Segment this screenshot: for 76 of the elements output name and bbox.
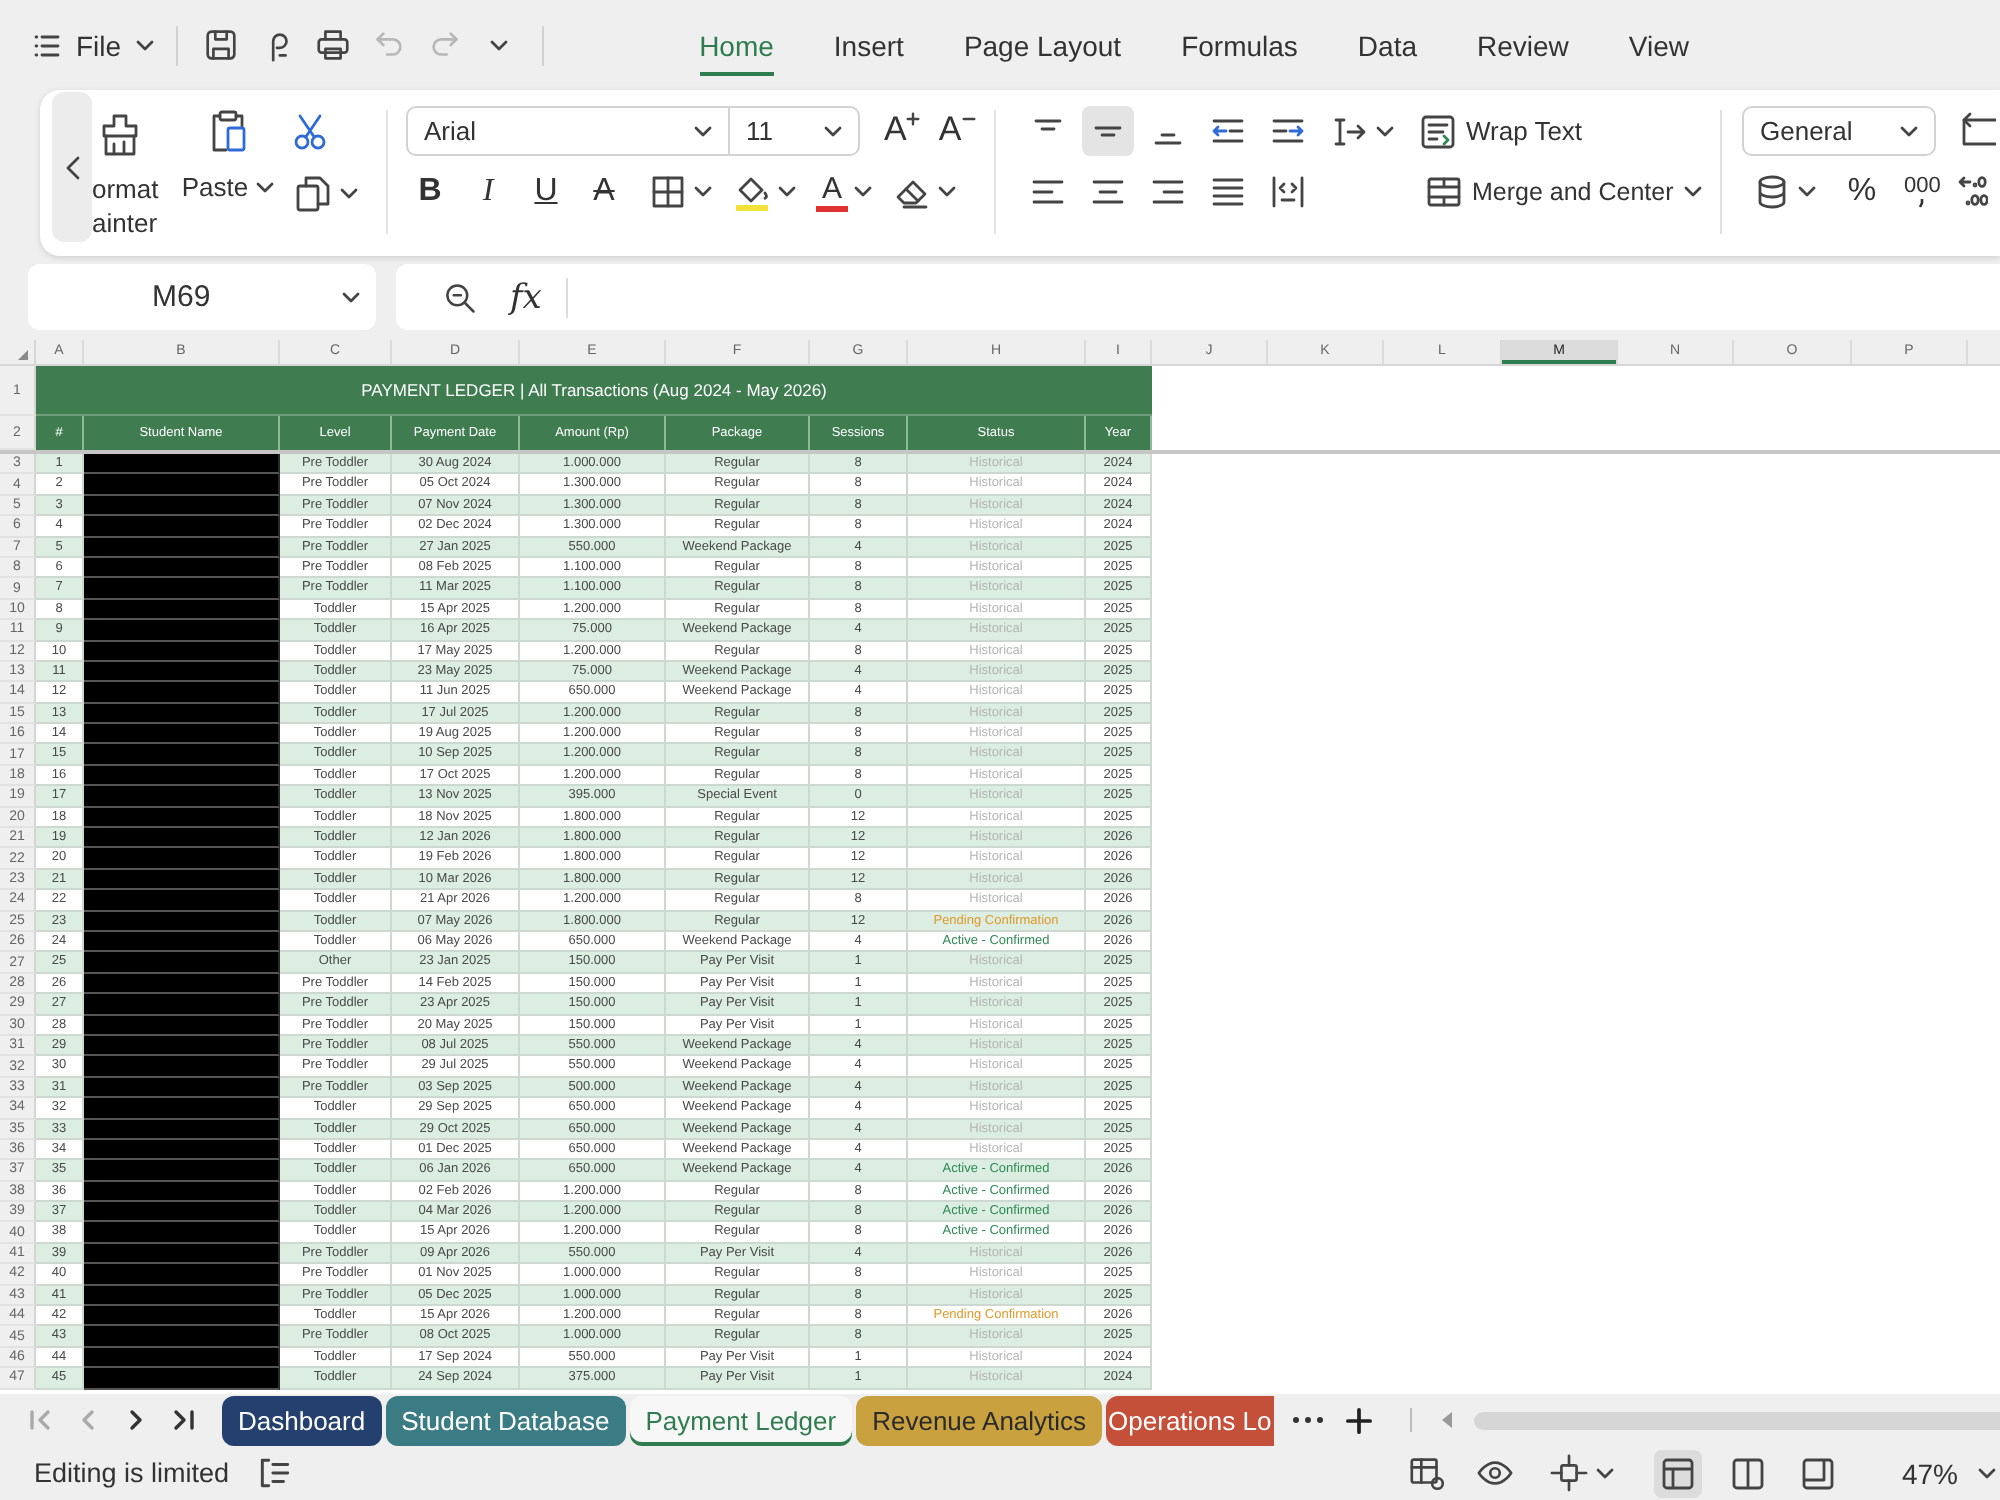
- magnifier-icon[interactable]: [442, 279, 478, 315]
- ribbon-tab[interactable]: Data: [1327, 15, 1447, 75]
- sheet-tab[interactable]: Dashboard: [222, 1395, 382, 1445]
- menu-icon: [34, 33, 60, 57]
- bold-button[interactable]: B: [410, 168, 450, 216]
- caret-icon[interactable]: [938, 186, 956, 198]
- normal-view-icon[interactable]: [1653, 1449, 1702, 1497]
- merge-cells-icon: [1424, 172, 1464, 212]
- more-icon[interactable]: [1291, 1416, 1324, 1424]
- grow-font-button[interactable]: A: [884, 109, 921, 153]
- thousands-button[interactable]: 000: [1904, 176, 1941, 208]
- caret-icon: [824, 125, 842, 137]
- ribbon-tab[interactable]: Formulas: [1151, 15, 1328, 75]
- ribbon-tab[interactable]: View: [1598, 15, 1719, 75]
- underline-button[interactable]: U: [526, 168, 566, 216]
- chevron-left-icon: [63, 155, 81, 179]
- italic-button[interactable]: I: [468, 168, 508, 216]
- number-format-field[interactable]: General: [1742, 106, 1936, 156]
- caret-icon[interactable]: [854, 186, 872, 198]
- merge-and-center-button[interactable]: Merge and Center: [1424, 172, 1702, 212]
- caret-icon: [1683, 186, 1702, 198]
- save-icon[interactable]: [201, 26, 240, 64]
- caret-icon: [256, 181, 275, 193]
- select-all-icon[interactable]: [18, 350, 28, 360]
- caret-icon[interactable]: [1595, 1467, 1614, 1479]
- paste-button[interactable]: Paste: [182, 90, 274, 256]
- percent-button[interactable]: %: [1846, 174, 1878, 210]
- caret-icon[interactable]: [1376, 125, 1394, 137]
- font-size-field[interactable]: 11: [730, 106, 860, 156]
- ribbon-tab[interactable]: Page Layout: [933, 15, 1152, 75]
- caret-icon[interactable]: [694, 186, 712, 198]
- align-middle-icon[interactable]: [1082, 106, 1134, 156]
- plus-icon: [906, 111, 921, 125]
- fill-color-icon[interactable]: [732, 172, 772, 212]
- wrap-text-button[interactable]: Wrap Text: [1418, 111, 1583, 151]
- ribbon-tab[interactable]: Review: [1447, 15, 1599, 75]
- caret-icon: [1900, 125, 1918, 137]
- wrap-text-icon: [1418, 111, 1458, 151]
- file-menu[interactable]: File: [34, 19, 154, 71]
- ribbon-tab[interactable]: Insert: [803, 15, 934, 75]
- next-sheet-icon[interactable]: [124, 1408, 148, 1432]
- name-box[interactable]: M69: [28, 264, 376, 330]
- caret-icon[interactable]: [778, 186, 796, 198]
- caret-icon: [694, 125, 712, 137]
- scissors-icon[interactable]: [290, 112, 330, 152]
- move-icon[interactable]: [1549, 1454, 1588, 1492]
- scrollbar-thumb[interactable]: [1473, 1411, 2000, 1429]
- add-sheet-icon[interactable]: [1345, 1407, 1372, 1433]
- caret-icon: [135, 39, 154, 51]
- caret-icon: [342, 291, 360, 303]
- table-gear-icon[interactable]: [1407, 1454, 1446, 1492]
- sheet-tab[interactable]: Revenue Analytics: [856, 1395, 1103, 1445]
- sheet-tab[interactable]: Operations Lo: [1106, 1395, 1274, 1445]
- sheet-tab[interactable]: Student Database: [385, 1395, 626, 1445]
- decimal-icon[interactable]: [1958, 172, 1989, 212]
- font-name-field[interactable]: Arial: [406, 106, 730, 156]
- copy-icon[interactable]: [294, 174, 334, 214]
- last-sheet-icon[interactable]: [172, 1408, 196, 1432]
- shrink-font-button[interactable]: A: [938, 109, 976, 153]
- print-icon[interactable]: [313, 26, 352, 64]
- zoom-button[interactable]: 47%: [1901, 1457, 1996, 1489]
- font-color-button[interactable]: A: [816, 173, 848, 211]
- format-painter-button[interactable]: ormat ainter: [92, 90, 168, 256]
- caret-icon[interactable]: [340, 188, 358, 200]
- status-message: Editing is limited: [34, 1458, 230, 1488]
- sheet-tab[interactable]: Payment Ledger: [629, 1395, 853, 1445]
- function-button[interactable]: fx: [510, 277, 542, 317]
- caret-icon: [1978, 1467, 1996, 1479]
- sheet-title: PAYMENT LEDGER | All Transactions (Aug 2024 - May 2026): [36, 366, 1152, 416]
- borders-icon[interactable]: [648, 172, 688, 212]
- comma-icon: [1918, 198, 1927, 208]
- strikethrough-button[interactable]: A: [584, 168, 624, 216]
- formula-field[interactable]: fx: [396, 264, 2000, 330]
- caret-icon[interactable]: [1798, 186, 1816, 198]
- list-icon[interactable]: [255, 1454, 294, 1492]
- caret-icon[interactable]: [489, 39, 508, 51]
